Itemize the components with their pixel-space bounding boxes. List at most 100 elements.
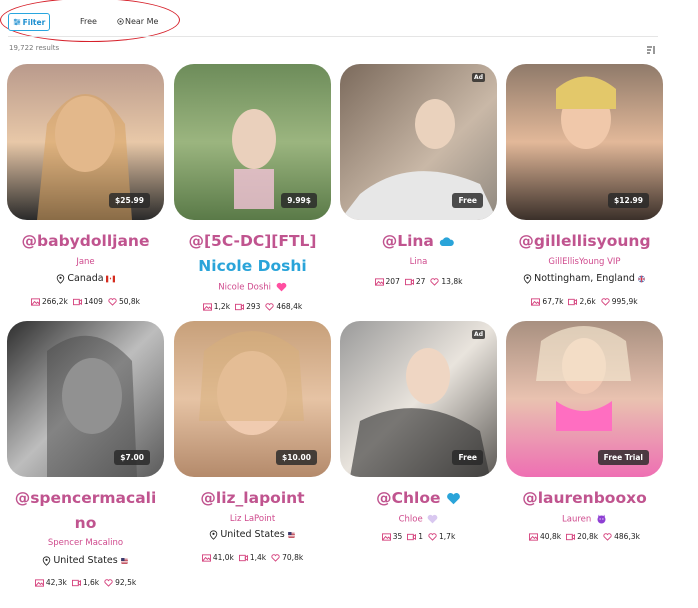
creator-stats: 35 1 1,7k [340,532,497,541]
creator-name: Spencer Macalino [47,538,124,548]
tab-free[interactable]: Free [80,17,97,26]
creator-location: United States [174,529,331,540]
like-count: 995,9k [601,297,638,306]
profile-photo[interactable]: 9.99$ [174,64,331,220]
price-badge: $12.99 [608,193,649,208]
video-icon [238,554,248,561]
price-badge: Free [452,193,483,208]
creator-name: Lauren [506,514,663,525]
devil-icon [597,514,606,524]
creator-stats: 1,2k 293 468,4k [174,302,331,311]
creator-stats: 207 27 13,8k [340,277,497,286]
location-text: Canada [67,273,104,284]
us-flag-icon [120,557,128,564]
canada-flag-icon [105,275,115,282]
image-icon [381,532,391,541]
creator-handle-continued[interactable]: no [7,511,164,536]
like-count: 468,4k [265,302,302,311]
sort-icon[interactable] [646,45,656,55]
video-count: 2,6k [568,297,596,306]
heart-outline-icon [108,297,117,306]
creator-handle[interactable]: @Chloe [340,486,497,511]
photo-count: 1,2k [202,302,230,311]
price-badge: $10.00 [276,450,317,465]
filter-label: Filter [22,17,46,27]
pin-icon [57,273,65,284]
heart-outline-icon [603,532,612,541]
video-icon [72,298,82,305]
video-icon [71,579,81,586]
profile-photo[interactable]: Free Trial [506,321,663,477]
creator-handle[interactable]: @spencermacali [7,486,164,511]
creator-location: Nottingham, England [506,273,663,284]
video-count: 1,6k [71,578,99,587]
video-icon [566,533,576,540]
profile-photo[interactable]: $25.99 [7,64,164,220]
photo-count: 35 [381,532,402,541]
photo-count: 41,0k [201,553,234,562]
photo-count: 42,3k [34,578,67,587]
price-badge: $25.99 [109,193,150,208]
price-badge: 9.99$ [281,193,317,208]
image-icon [202,302,212,311]
photo-count: 266,2k [31,297,68,306]
divider [8,36,658,37]
video-icon [407,533,417,540]
ad-badge: Ad [472,73,485,82]
video-count: 20,8k [566,532,598,541]
filter-bar: Filter Free Near Me [0,0,698,42]
target-icon [117,18,124,25]
filter-button[interactable]: Filter [8,13,50,31]
video-count: 1 [407,532,423,541]
heart-outline-icon [601,297,610,306]
profile-photo[interactable]: Ad Free [340,321,497,477]
image-icon [529,532,539,541]
creator-name: Liz LaPoint [229,514,276,524]
profile-photo[interactable]: $7.00 [7,321,164,477]
photo-count: 207 [374,277,400,286]
heart-outline-icon [104,578,113,587]
video-count: 27 [404,277,425,286]
creator-handle[interactable]: @laurenbooxo [506,486,663,511]
creator-handle[interactable]: @liz_lapoint [174,486,331,511]
tab-near-me[interactable]: Near Me [117,17,158,26]
photo-count: 40,8k [529,532,561,541]
image-icon [201,553,211,562]
creator-name: Lina [409,257,428,267]
heart-outline-icon [271,553,280,562]
profile-photo[interactable]: Ad Free [340,64,497,220]
heart-outline-icon [428,532,437,541]
video-icon [235,303,245,310]
creator-name: Nicole Doshi [174,282,331,293]
creator-handle[interactable]: @Lina [340,229,497,254]
image-icon [531,297,541,306]
cloud-icon [440,236,455,246]
profile-photo[interactable]: $10.00 [174,321,331,477]
uk-flag-icon [637,275,646,282]
creator-handle-continued[interactable]: Nicole Doshi [174,254,331,279]
creator-stats: 67,7k 2,6k 995,9k [506,297,663,306]
profile-photo[interactable]: $12.99 [506,64,663,220]
image-icon [374,277,384,286]
like-count: 92,5k [104,578,136,587]
us-flag-icon [287,531,295,538]
price-badge: $7.00 [114,450,150,465]
image-icon [34,578,44,587]
price-badge: Free Trial [597,450,649,465]
creator-location: Canada [7,273,164,284]
creator-handle[interactable]: @babydolljane [7,229,164,254]
video-count: 1,4k [238,553,266,562]
creator-stats: 41,0k 1,4k 70,8k [174,553,331,562]
video-count: 1409 [72,297,103,306]
blue-heart-icon [447,493,460,505]
results-count: 19,722 results [9,44,60,52]
like-count: 70,8k [271,553,303,562]
pin-icon [43,555,51,566]
creator-name: GillEllisYoung VIP [548,257,621,267]
creator-handle[interactable]: @gillellisyoung [506,229,663,254]
creator-stats: 266,2k 1409 50,8k [7,297,164,306]
creator-handle[interactable]: @[5C-DC][FTL] [174,229,331,254]
pin-icon [210,529,218,540]
creator-location: United States [7,555,164,566]
creator-name: Chloe [340,514,497,525]
